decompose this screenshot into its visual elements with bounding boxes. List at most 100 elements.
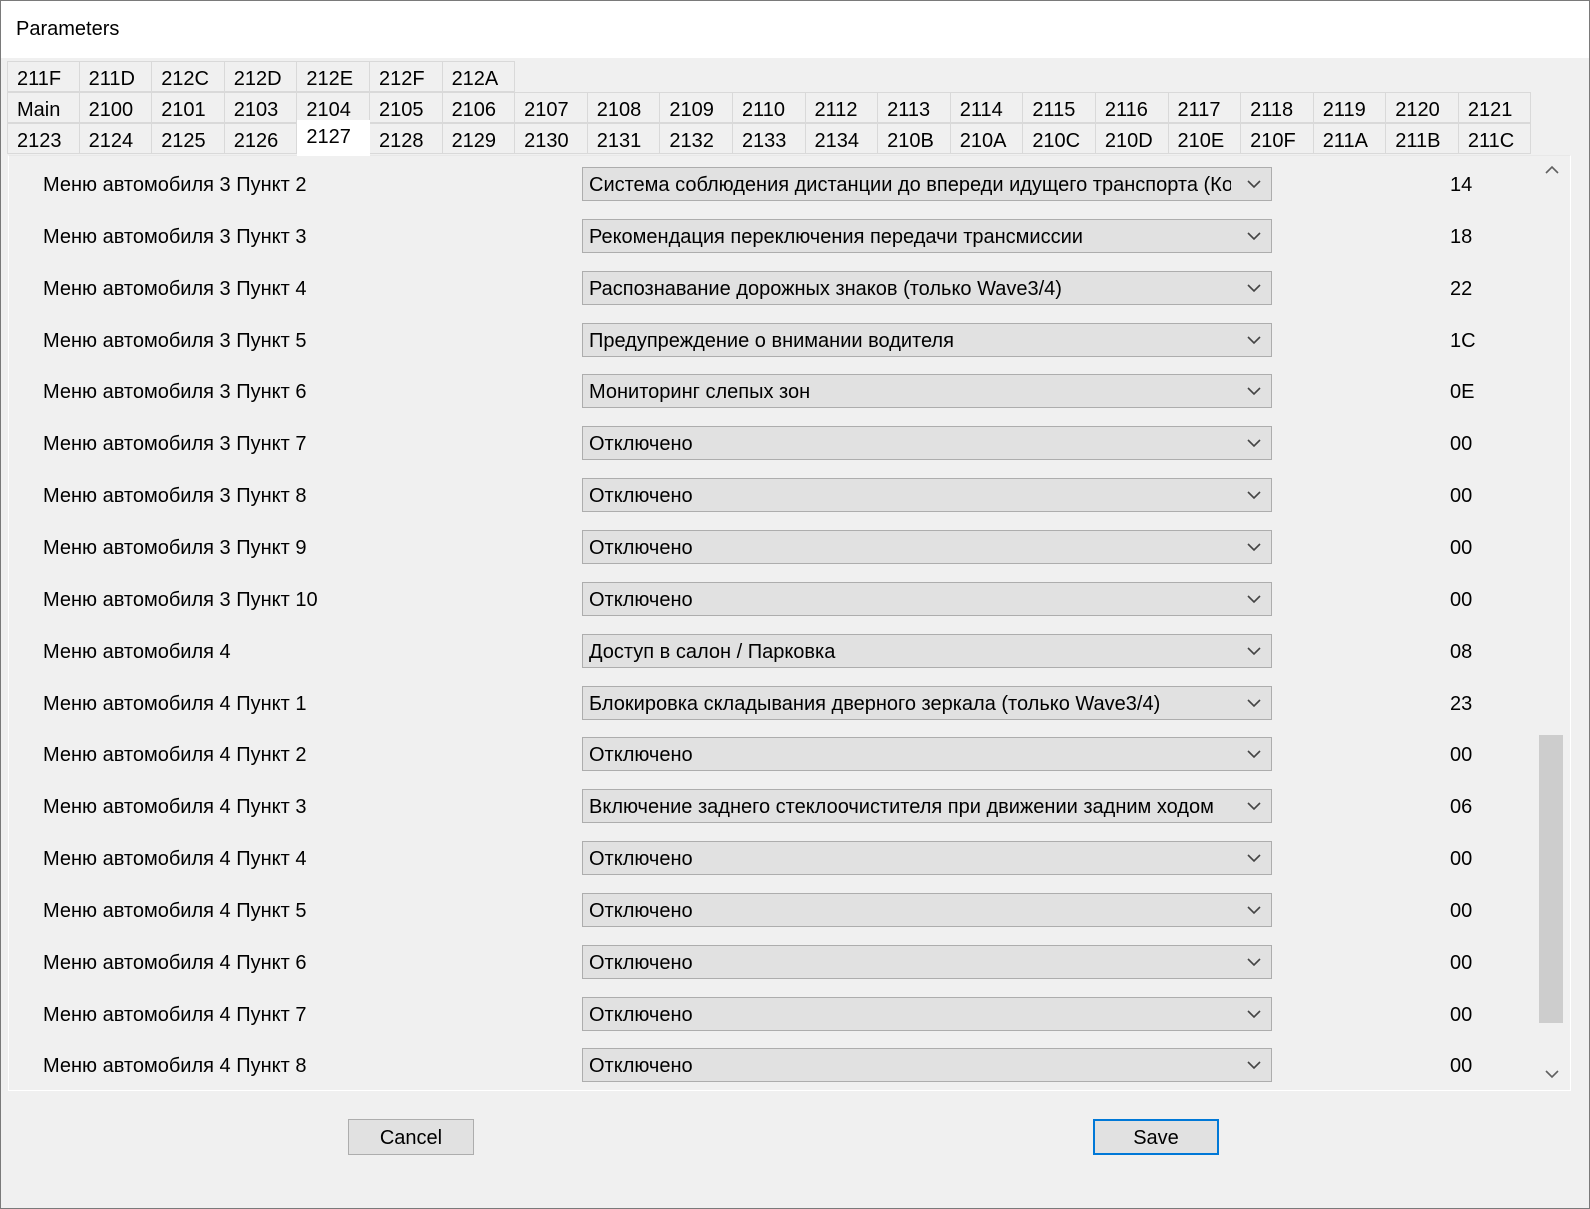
parameter-code: 00	[1450, 433, 1473, 456]
tab-2123[interactable]: 2123	[7, 123, 80, 154]
parameter-dropdown[interactable]: Отключено	[582, 478, 1272, 513]
parameter-dropdown[interactable]: Отключено	[582, 581, 1272, 616]
scrollbar-thumb[interactable]	[1539, 735, 1563, 1023]
chevron-down-icon	[1247, 802, 1261, 811]
tab-212a[interactable]: 212A	[442, 61, 516, 92]
tab-2126[interactable]: 2126	[224, 123, 298, 154]
tab-2100[interactable]: 2100	[79, 92, 153, 123]
tab-2112[interactable]: 2112	[805, 92, 879, 123]
dropdown-selected-value: Отключено	[589, 433, 693, 456]
tab-2129[interactable]: 2129	[442, 123, 516, 154]
tab-2128[interactable]: 2128	[369, 123, 443, 154]
parameter-dropdown[interactable]: Система соблюдения дистанции до впереди …	[582, 167, 1272, 201]
tab-2107[interactable]: 2107	[515, 92, 588, 123]
parameter-row: Меню автомобиля 3 Пункт 10 Отключено 00	[9, 574, 1534, 626]
parameter-row: Меню автомобиля 3 Пункт 4 Распознавание д…	[9, 263, 1534, 315]
chevron-down-icon	[1247, 1061, 1261, 1070]
tab-2105[interactable]: 2105	[369, 92, 443, 123]
parameter-dropdown[interactable]: Отключено	[582, 426, 1272, 461]
parameter-row: Меню автомобиля 3 Пункт 2 Система соблюде…	[9, 159, 1534, 211]
tab-211c[interactable]: 211C	[1458, 123, 1532, 154]
parameter-code: 14	[1450, 174, 1473, 196]
dropdown-selected-value: Отключено	[589, 485, 693, 508]
dropdown-selected-value: Отключено	[589, 744, 693, 767]
parameter-dropdown[interactable]: Блокировка складывания дверного зеркала …	[582, 685, 1272, 720]
tab-2114[interactable]: 2114	[950, 92, 1024, 123]
tab-210c[interactable]: 210C	[1023, 123, 1096, 154]
tab-212e[interactable]: 212E	[297, 61, 370, 92]
chevron-down-icon	[1247, 491, 1261, 500]
tab-212c[interactable]: 212C	[152, 61, 225, 92]
vertical-scrollbar[interactable]	[1536, 156, 1570, 1090]
tab-2115[interactable]: 2115	[1023, 92, 1096, 123]
tab-2104[interactable]: 2104	[297, 92, 370, 123]
parameter-dropdown[interactable]: Отключено	[582, 892, 1272, 927]
tab-211f[interactable]: 211F	[7, 61, 80, 92]
parameter-dropdown[interactable]: Отключено	[582, 737, 1272, 772]
tab-2120[interactable]: 2120	[1386, 92, 1459, 123]
chevron-down-icon	[1247, 750, 1261, 759]
tab-2116[interactable]: 2116	[1095, 92, 1169, 123]
tab-2134[interactable]: 2134	[805, 123, 879, 154]
parameter-label: Меню автомобиля 3 Пункт 2	[43, 174, 307, 196]
parameter-dropdown[interactable]: Отключено	[582, 841, 1272, 876]
parameter-dropdown[interactable]: Отключено	[582, 1048, 1272, 1083]
scroll-up-button[interactable]	[1536, 156, 1570, 186]
tab-2124[interactable]: 2124	[79, 123, 153, 154]
tab-row-3: 2123 2124 2125 2126 2127 2128 2129 2130 2131 2132…	[7, 120, 1532, 156]
parameter-row: Меню автомобиля 4 Доступ в салон / Парков…	[9, 626, 1534, 678]
parameter-label: Меню автомобиля 4 Пункт 7	[43, 1003, 307, 1026]
parameter-label: Меню автомобиля 3 Пункт 6	[43, 381, 307, 404]
tab-212f[interactable]: 212F	[369, 61, 443, 92]
chevron-up-icon	[1545, 165, 1559, 174]
parameter-code: 00	[1450, 485, 1473, 508]
tab-212d[interactable]: 212D	[224, 61, 298, 92]
tab-2106[interactable]: 2106	[442, 92, 516, 123]
tab-211d[interactable]: 211D	[79, 61, 153, 92]
parameter-dropdown[interactable]: Доступ в салон / Парковка	[582, 633, 1272, 668]
cancel-button[interactable]: Cancel	[348, 1119, 474, 1155]
tab-2121[interactable]: 2121	[1458, 92, 1532, 123]
parameter-label: Меню автомобиля 3 Пункт 10	[43, 588, 318, 611]
tab-2113[interactable]: 2113	[878, 92, 951, 123]
tab-210a[interactable]: 210A	[950, 123, 1024, 154]
tab-211b[interactable]: 211B	[1386, 123, 1459, 154]
tab-2110[interactable]: 2110	[732, 92, 806, 123]
tab-2119[interactable]: 2119	[1313, 92, 1387, 123]
parameter-dropdown[interactable]: Мониторинг слепых зон	[582, 374, 1272, 409]
save-button[interactable]: Save	[1093, 1119, 1219, 1155]
tab-210b[interactable]: 210B	[878, 123, 951, 154]
tab-211a[interactable]: 211A	[1313, 123, 1387, 154]
tab-2101[interactable]: 2101	[152, 92, 225, 123]
parameter-dropdown[interactable]: Отключено	[582, 529, 1272, 564]
tab-210d[interactable]: 210D	[1095, 123, 1169, 154]
tab-210f[interactable]: 210F	[1241, 123, 1314, 154]
parameter-row: Меню автомобиля 3 Пункт 8 Отключено 00	[9, 470, 1534, 522]
parameter-dropdown[interactable]: Предупреждение о внимании водителя	[582, 322, 1272, 357]
tab-2131[interactable]: 2131	[587, 123, 661, 154]
parameter-dropdown[interactable]: Включение заднего стеклоочистителя при д…	[582, 789, 1272, 824]
parameter-label: Меню автомобиля 3 Пункт 8	[43, 485, 307, 508]
tab-2118[interactable]: 2118	[1241, 92, 1314, 123]
parameter-row: Меню автомобиля 4 Пункт 5 Отключено 00	[9, 885, 1534, 937]
tab-2109[interactable]: 2109	[660, 92, 733, 123]
tab-2130[interactable]: 2130	[515, 123, 588, 154]
tab-2132[interactable]: 2132	[660, 123, 733, 154]
dropdown-selected-value: Включение заднего стеклоочистителя при д…	[589, 796, 1214, 819]
tab-2108[interactable]: 2108	[587, 92, 661, 123]
tab-main[interactable]: Main	[7, 92, 80, 123]
dropdown-selected-value: Отключено	[589, 951, 693, 974]
tab-2133[interactable]: 2133	[732, 123, 806, 154]
tab-2127[interactable]: 2127	[297, 120, 370, 156]
tab-2117[interactable]: 2117	[1168, 92, 1242, 123]
tab-210e[interactable]: 210E	[1168, 123, 1242, 154]
parameter-dropdown[interactable]: Распознавание дорожных знаков (только Wa…	[582, 270, 1272, 305]
scroll-down-button[interactable]	[1536, 1060, 1570, 1090]
parameter-label: Меню автомобиля 3 Пункт 9	[43, 536, 307, 559]
parameter-dropdown[interactable]: Отключено	[582, 996, 1272, 1031]
parameter-row: Меню автомобиля 4 Пункт 6 Отключено 00	[9, 937, 1534, 989]
tab-2125[interactable]: 2125	[152, 123, 225, 154]
parameter-dropdown[interactable]: Отключено	[582, 944, 1272, 979]
tab-2103[interactable]: 2103	[224, 92, 298, 123]
parameter-dropdown[interactable]: Рекомендация переключения передачи транс…	[582, 218, 1272, 253]
